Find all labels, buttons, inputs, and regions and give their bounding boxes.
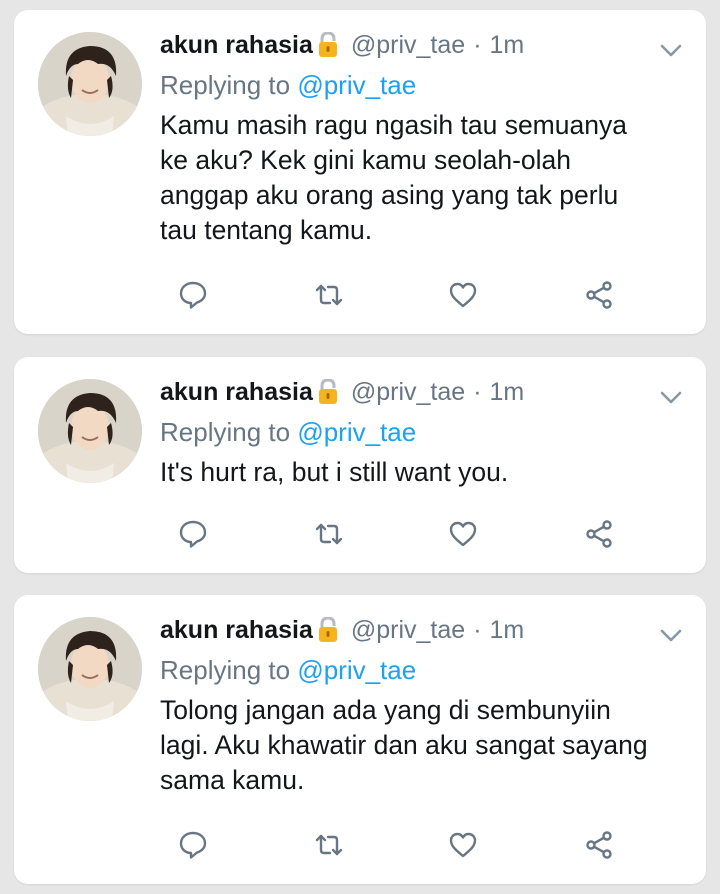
handle[interactable]: @priv_tae <box>351 616 465 645</box>
separator: · <box>473 377 482 406</box>
padlock-icon <box>317 616 339 643</box>
mention-link[interactable]: @priv_tae <box>297 655 416 685</box>
mention-link[interactable]: @priv_tae <box>297 417 416 447</box>
separator: · <box>473 30 482 59</box>
replying-to-label: Replying to <box>160 655 291 685</box>
retweet-icon[interactable] <box>314 519 344 549</box>
chevron-down-icon[interactable] <box>660 391 682 405</box>
mention-link[interactable]: @priv_tae <box>297 70 416 100</box>
display-name[interactable]: akun rahasia <box>160 378 313 407</box>
chevron-down-icon[interactable] <box>660 44 682 58</box>
share-icon[interactable] <box>584 519 614 549</box>
profile-avatar[interactable] <box>38 617 142 721</box>
like-icon[interactable] <box>448 830 478 860</box>
reply-icon[interactable] <box>178 830 208 860</box>
like-icon[interactable] <box>448 519 478 549</box>
replying-to: Replying to @priv_tae <box>160 68 682 102</box>
padlock-icon <box>317 378 339 405</box>
action-bar <box>160 830 682 862</box>
timestamp[interactable]: 1m <box>490 616 525 645</box>
tweet-header: akun rahasia @priv_tae · 1m <box>160 28 682 62</box>
handle[interactable]: @priv_tae <box>351 378 465 407</box>
share-icon[interactable] <box>584 830 614 860</box>
retweet-icon[interactable] <box>314 830 344 860</box>
tweet-header: akun rahasia @priv_tae · 1m <box>160 613 682 647</box>
tweet-text: Kamu masih ragu ngasih tau semuanya ke a… <box>160 110 627 245</box>
timestamp[interactable]: 1m <box>490 31 525 60</box>
replying-to: Replying to @priv_tae <box>160 415 682 449</box>
share-icon[interactable] <box>584 280 614 310</box>
tweet-header: akun rahasia @priv_tae · 1m <box>160 375 682 409</box>
tweet-card[interactable]: akun rahasia @priv_tae · 1m Replying to … <box>14 595 706 884</box>
tweet-text: Tolong jangan ada yang di sembunyiin lag… <box>160 695 648 795</box>
profile-avatar[interactable] <box>38 32 142 136</box>
tweet-card[interactable]: akun rahasia @priv_tae · 1m Replying to … <box>14 10 706 334</box>
replying-to-label: Replying to <box>160 417 291 447</box>
replying-to-label: Replying to <box>160 70 291 100</box>
separator: · <box>473 615 482 644</box>
reply-icon[interactable] <box>178 519 208 549</box>
reply-icon[interactable] <box>178 280 208 310</box>
profile-avatar[interactable] <box>38 379 142 483</box>
replying-to: Replying to @priv_tae <box>160 653 682 687</box>
timestamp[interactable]: 1m <box>490 378 525 407</box>
chevron-down-icon[interactable] <box>660 629 682 643</box>
handle[interactable]: @priv_tae <box>351 31 465 60</box>
tweet-card[interactable]: akun rahasia @priv_tae · 1m Replying to … <box>14 357 706 573</box>
retweet-icon[interactable] <box>314 280 344 310</box>
action-bar <box>160 280 682 312</box>
like-icon[interactable] <box>448 280 478 310</box>
tweet-text: It's hurt ra, but i still want you. <box>160 457 509 487</box>
display-name[interactable]: akun rahasia <box>160 616 313 645</box>
action-bar <box>160 519 682 551</box>
display-name[interactable]: akun rahasia <box>160 31 313 60</box>
padlock-icon <box>317 31 339 58</box>
